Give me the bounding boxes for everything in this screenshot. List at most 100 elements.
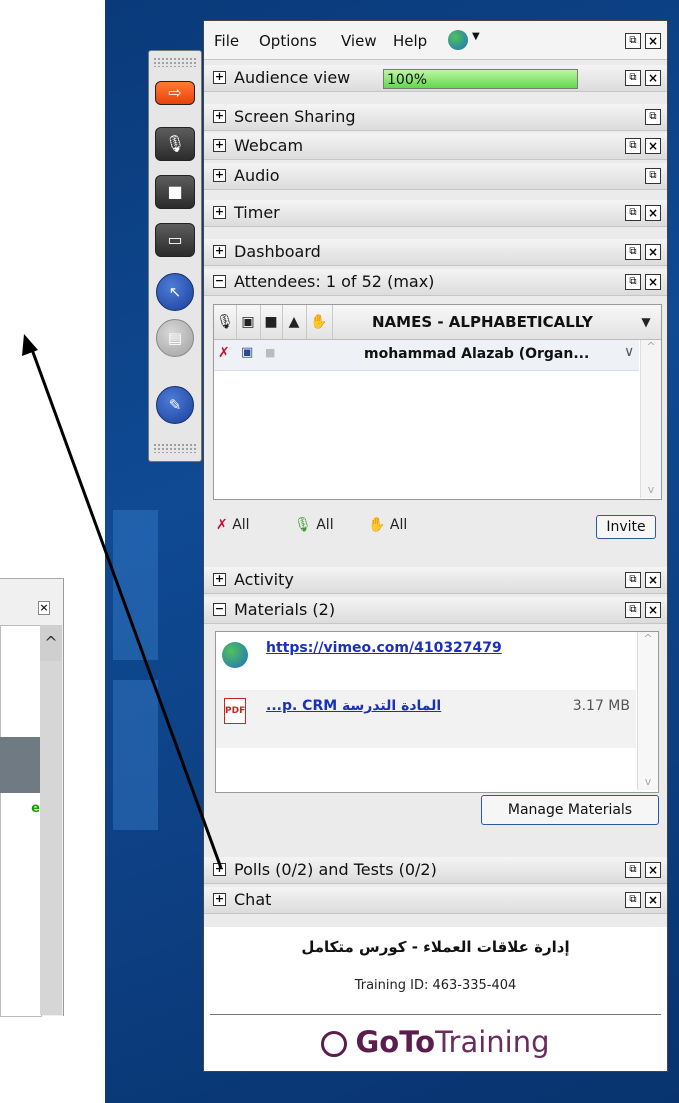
close-icon[interactable]: × [645,892,661,908]
expand-icon[interactable]: + [213,71,226,84]
section-activity[interactable]: + Activity ⧉ × [204,567,667,594]
section-label: Polls (0/2) and Tests (0/2) [234,860,437,879]
popout-icon[interactable]: ⧉ [625,602,641,618]
highlighter-icon[interactable]: ✎ [156,386,194,424]
chevron-down-icon[interactable]: ▼ [634,305,658,339]
section-materials[interactable]: − Materials (2) ⧉ × [204,597,667,624]
material-link[interactable]: https://vimeo.com/410327479 [266,640,502,656]
background-window-scrollbar[interactable] [40,625,62,1015]
chevron-down-icon[interactable]: ▼ [472,31,480,42]
mic-muted-icon[interactable]: ✗ [218,345,230,361]
control-panel: File Options View Help ▼ ⧉ × + Audience … [203,20,668,1072]
expand-icon[interactable]: + [213,573,226,586]
scroll-up-icon[interactable]: ^ [40,625,62,661]
collapse-icon[interactable]: − [213,603,226,616]
gototraining-logo-icon [321,1031,348,1057]
popout-icon[interactable]: ⧉ [625,205,641,221]
invite-button[interactable]: Invite [596,515,656,539]
expand-icon[interactable]: + [213,863,226,876]
popout-icon[interactable]: ⧉ [625,572,641,588]
lower-hands-all-button[interactable]: ✋ All [368,517,407,533]
expand-icon[interactable]: + [213,245,226,258]
section-audio[interactable]: + Audio ⧉ [204,163,667,190]
mic-column-icon[interactable]: 🎙 [214,305,237,339]
section-polls-tests[interactable]: + Polls (0/2) and Tests (0/2) ⧉ × [204,857,667,884]
section-webcam[interactable]: + Webcam ⧉ × [204,133,667,160]
menu-options[interactable]: Options [259,32,317,50]
section-label: Audio [234,166,280,185]
popout-icon[interactable]: ⧉ [645,109,661,125]
close-icon[interactable]: × [645,274,661,290]
arrow-right-icon[interactable]: ⇨ [155,81,195,105]
close-icon[interactable]: × [645,138,661,154]
attendees-header: 🎙 ▣ ■ ▲ ✋ NAMES - ALPHABETICALLY ▼ [214,305,661,340]
popout-icon[interactable]: ⧉ [625,274,641,290]
close-icon[interactable]: × [645,572,661,588]
webcam-icon[interactable]: ■ [155,175,195,209]
expand-icon[interactable]: + [213,169,226,182]
expand-icon[interactable]: + [213,206,226,219]
close-icon[interactable]: × [645,602,661,618]
globe-icon[interactable] [448,30,468,50]
expand-icon[interactable]: + [213,139,226,152]
popout-icon[interactable]: ⧉ [625,862,641,878]
material-item[interactable]: PDF ...p. CRM المادة التدرسة 3.17 MB [216,690,636,748]
screen-column-icon[interactable]: ▣ [236,305,261,339]
unmute-all-button[interactable]: 🎙 All [294,517,334,533]
control-toolbar: ⇨ 🎙 ■ ▭ ↖ ▤ ✎ [148,50,202,462]
training-title: إدارة علاقات العملاء - كورس متكامل [301,938,570,956]
popout-icon[interactable]: ⧉ [625,138,641,154]
chevron-down-icon[interactable]: ∨ [624,344,634,360]
menu-view[interactable]: View [341,32,377,50]
pointer-icon[interactable]: ↖ [156,273,194,311]
attendees-scrollbar[interactable]: ^ v [640,340,661,498]
popout-icon[interactable]: ⧉ [645,168,661,184]
material-item[interactable]: https://vimeo.com/410327479 [216,632,636,690]
section-dashboard[interactable]: + Dashboard ⧉ × [204,239,667,266]
close-icon[interactable]: × [645,862,661,878]
popout-icon[interactable]: ⧉ [625,244,641,260]
mute-all-button[interactable]: ✗ All [216,517,250,533]
materials-scrollbar[interactable]: ^ v [637,632,658,790]
section-audience-view[interactable]: + Audience view 100% ⧉ × [204,65,667,92]
close-icon[interactable]: × [645,244,661,260]
collapse-icon[interactable]: − [213,275,226,288]
drawing-icon[interactable]: ▤ [156,319,194,357]
close-icon[interactable]: × [645,33,661,49]
close-icon[interactable]: × [645,70,661,86]
menu-file[interactable]: File [214,32,239,50]
expand-icon[interactable]: + [213,893,226,906]
background-window-panel [0,625,42,1017]
screen-share-icon[interactable]: ▭ [155,223,195,257]
popout-icon[interactable]: ⧉ [625,33,641,49]
windows-logo-tile [113,510,158,660]
section-label: Materials (2) [234,600,336,619]
divider [210,1014,661,1015]
popout-icon[interactable]: ⧉ [625,892,641,908]
names-sort-header[interactable]: NAMES - ALPHABETICALLY [372,305,622,339]
webcam-column-icon[interactable]: ■ [260,305,283,339]
expand-icon[interactable]: + [213,110,226,123]
section-timer[interactable]: + Timer ⧉ × [204,200,667,227]
section-screen-sharing[interactable]: + Screen Sharing ⧉ [204,104,667,131]
close-icon[interactable]: × [645,205,661,221]
menu-help[interactable]: Help [393,32,427,50]
microphone-icon[interactable]: 🎙 [155,127,195,161]
close-icon[interactable]: × [38,601,50,615]
section-attendees[interactable]: − Attendees: 1 of 52 (max) ⧉ × [204,269,667,296]
grip-handle[interactable] [153,57,197,67]
manage-materials-button[interactable]: Manage Materials [481,795,659,825]
hand-column-icon[interactable]: ✋ [306,305,333,339]
grip-handle[interactable] [153,443,197,453]
section-label: Audience view [234,68,351,87]
warning-column-icon[interactable]: ▲ [282,305,307,339]
menu-bar: File Options View Help ▼ ⧉ × [204,21,667,60]
material-link[interactable]: ...p. CRM المادة التدرسة [266,698,441,714]
attendees-list: 🎙 ▣ ■ ▲ ✋ NAMES - ALPHABETICALLY ▼ ✗ ▣ ■… [213,304,662,500]
attendee-row[interactable]: ✗ ▣ ■ mohammad Alazab (Organ... ∨ [214,340,639,371]
mic-muted-icon: ✗ [216,517,228,533]
pdf-icon: PDF [224,698,246,724]
popout-icon[interactable]: ⧉ [625,70,641,86]
section-chat[interactable]: + Chat ⧉ × [204,887,667,914]
background-window-text: e [31,801,40,816]
